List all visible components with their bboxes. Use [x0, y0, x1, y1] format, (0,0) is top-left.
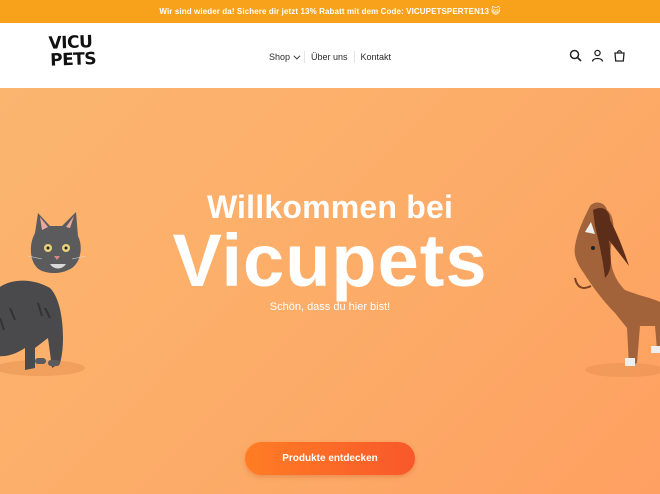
nav-about-label: Über uns	[310, 52, 348, 62]
hero-section: Willkommen bei Vicupets Schön, dass du h…	[0, 88, 660, 494]
account-icon[interactable]	[591, 49, 604, 62]
nav-shop[interactable]: Shop	[263, 51, 304, 63]
nav-shop-label: Shop	[268, 52, 290, 62]
site-header: VICU PETS Shop Über uns Kontakt	[0, 23, 660, 88]
hero-title-line2: Vicupets	[172, 219, 488, 302]
chevron-down-icon	[293, 52, 301, 60]
announcement-bar: Wir sind wieder da! Sichere dir jetzt 13…	[0, 0, 660, 23]
search-icon[interactable]	[569, 49, 582, 62]
header-icons	[569, 49, 626, 62]
nav-contact-label: Kontakt	[360, 52, 392, 62]
explore-products-button[interactable]: Produkte entdecken	[245, 442, 415, 475]
main-nav: Shop Über uns Kontakt	[0, 51, 660, 63]
nav-contact[interactable]: Kontakt	[355, 51, 398, 63]
nav-about[interactable]: Über uns	[305, 51, 354, 63]
hero-subtitle: Schön, dass du hier bist!	[269, 301, 391, 313]
explore-products-label: Produkte entdecken	[282, 453, 378, 464]
announcement-text: Wir sind wieder da! Sichere dir jetzt 13…	[159, 7, 490, 16]
cat-emoji-icon: 😺	[491, 6, 501, 16]
cart-icon[interactable]	[613, 49, 626, 62]
